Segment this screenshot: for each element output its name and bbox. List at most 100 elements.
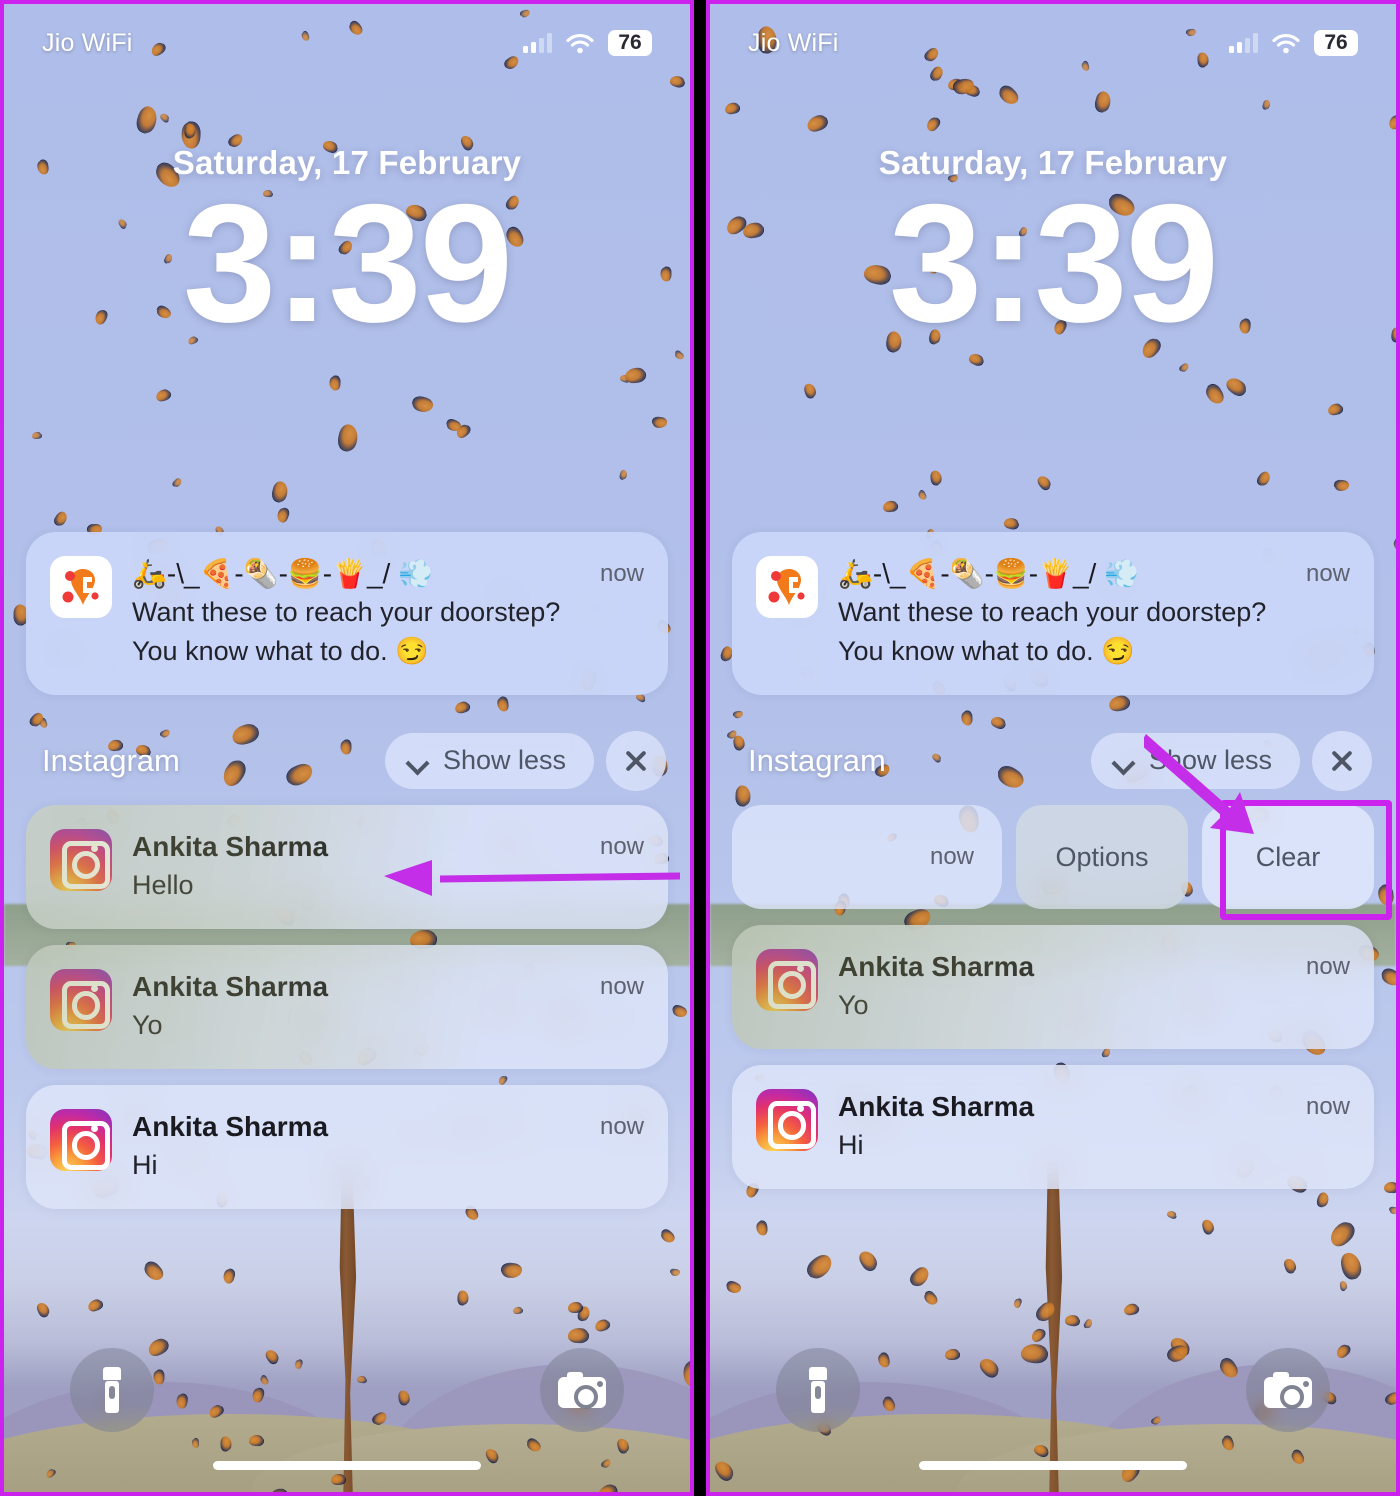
status-indicators: 76 (523, 30, 652, 56)
notification-title: Ankita Sharma (132, 831, 329, 863)
status-bar: Jio WiFi 76 (710, 4, 1396, 82)
swiggy-title: 🛵-\_🍕-🌯-🍔-🍟_/ 💨 (132, 558, 433, 589)
notification-group-header: Instagram Show less (42, 731, 666, 792)
group-actions: Show less (1090, 731, 1372, 792)
screenshot-stage: Jio WiFi 76 Saturday, 17 February 3:39 🛵… (0, 0, 1400, 1496)
flashlight-icon (807, 1367, 829, 1413)
notification-text: Ankita Sharma Yo (838, 949, 1286, 1023)
notification-title: Ankita Sharma (838, 1091, 1035, 1123)
notification-text: Ankita Sharma Yo (132, 969, 580, 1043)
show-less-button[interactable]: Show less (384, 733, 594, 790)
battery-icon: 76 (608, 30, 652, 56)
camera-icon (1264, 1372, 1312, 1409)
swiggy-icon (756, 556, 818, 618)
group-actions: Show less (384, 731, 666, 792)
notification-time: now (599, 833, 644, 861)
status-indicators: 76 (1229, 30, 1358, 56)
camera-button[interactable] (540, 1348, 624, 1432)
swiggy-text: 🛵-\_🍕-🌯-🍔-🍟_/ 💨 Want these to reach your… (132, 556, 580, 669)
camera-button[interactable] (1246, 1348, 1330, 1432)
chevron-down-icon (1113, 755, 1135, 767)
options-button[interactable]: Options (1016, 805, 1188, 910)
notification-time: now (929, 843, 974, 871)
notification-title: Ankita Sharma (132, 971, 329, 1003)
notification-body: Hello (132, 870, 194, 901)
swiggy-line-1: Want these to reach your doorstep? (838, 597, 1267, 627)
show-less-button[interactable]: Show less (1090, 733, 1300, 790)
lock-clock: Saturday, 17 February 3:39 (4, 144, 690, 349)
swiggy-time: now (1305, 560, 1350, 587)
swiggy-line-1: Want these to reach your doorstep? (132, 597, 561, 627)
instagram-icon (50, 1109, 112, 1172)
group-app-name: Instagram (42, 743, 180, 779)
phone-panel-right: Jio WiFi 76 Saturday, 17 February 3:39 🛵… (706, 0, 1400, 1496)
notification-time: now (1305, 1093, 1350, 1121)
notification-body: Yo (132, 1010, 163, 1041)
cellular-bars-icon (523, 33, 552, 53)
phone-panel-left: Jio WiFi 76 Saturday, 17 February 3:39 🛵… (0, 0, 694, 1496)
group-app-name: Instagram (748, 743, 886, 779)
swiggy-title: 🛵-\_🍕-🌯-🍔-🍟_/ 💨 (838, 558, 1139, 589)
wifi-icon (1272, 33, 1300, 54)
lock-screen-right: Jio WiFi 76 Saturday, 17 February 3:39 🛵… (710, 4, 1396, 1492)
notification-time: now (599, 973, 644, 1001)
clear-group-button[interactable] (606, 731, 666, 792)
notification-group-header: Instagram Show less (748, 731, 1372, 792)
notification-row[interactable]: Ankita Sharma Yo now (732, 925, 1374, 1050)
wifi-icon (566, 33, 594, 54)
carrier-label: Jio WiFi (748, 28, 839, 57)
flashlight-icon (101, 1367, 123, 1413)
status-bar: Jio WiFi 76 (4, 4, 690, 82)
flashlight-button[interactable] (776, 1348, 860, 1432)
close-icon (1329, 748, 1355, 774)
lock-screen-left: Jio WiFi 76 Saturday, 17 February 3:39 🛵… (4, 4, 690, 1492)
annotation-highlight-clear (1220, 800, 1392, 920)
carrier-label: Jio WiFi (42, 28, 133, 57)
notification-row[interactable]: Ankita Sharma Yo now (26, 945, 668, 1070)
home-indicator[interactable] (213, 1461, 481, 1470)
instagram-icon (756, 949, 818, 1012)
notification-body: Hi (838, 1130, 864, 1161)
show-less-label: Show less (442, 745, 566, 776)
close-icon (623, 748, 649, 774)
swiggy-line-2: You know what to do. 😏 (132, 636, 429, 667)
swiped-notification-stub[interactable]: now (732, 805, 1002, 910)
swiggy-icon (50, 556, 112, 618)
notification-row[interactable]: Ankita Sharma Hi now (26, 1085, 668, 1210)
battery-icon: 76 (1314, 30, 1358, 56)
notification-time: now (1305, 953, 1350, 981)
swiggy-text: 🛵-\_🍕-🌯-🍔-🍟_/ 💨 Want these to reach your… (838, 556, 1286, 669)
bottom-controls (710, 1348, 1396, 1432)
notification-text: Ankita Sharma Hi (838, 1089, 1286, 1163)
notification-text: Ankita Sharma Hello (132, 829, 580, 903)
cellular-bars-icon (1229, 33, 1258, 53)
notification-title: Ankita Sharma (132, 1111, 329, 1143)
swiggy-logo-glyph (62, 569, 99, 605)
notification-text: Ankita Sharma Hi (132, 1109, 580, 1183)
bottom-controls (4, 1348, 690, 1432)
notification-body: Yo (838, 990, 869, 1021)
swiggy-logo-glyph (768, 569, 805, 605)
notification-row[interactable]: Ankita Sharma Hello now (26, 805, 668, 930)
instagram-icon (50, 969, 112, 1032)
instagram-icon (756, 1089, 818, 1152)
camera-icon (558, 1372, 606, 1409)
instagram-icon (50, 829, 112, 892)
lock-time: 3:39 (888, 169, 1219, 357)
instagram-notification-stack: Ankita Sharma Hello now Ankita Sharma Yo… (26, 805, 668, 1210)
show-less-label: Show less (1148, 745, 1272, 776)
clear-group-button[interactable] (1312, 731, 1372, 792)
notification-swiggy[interactable]: 🛵-\_🍕-🌯-🍔-🍟_/ 💨 Want these to reach your… (26, 532, 668, 696)
chevron-down-icon (407, 755, 429, 767)
flashlight-button[interactable] (70, 1348, 154, 1432)
home-indicator[interactable] (919, 1461, 1187, 1470)
swiggy-line-2: You know what to do. 😏 (838, 636, 1135, 667)
lock-time: 3:39 (182, 169, 513, 357)
lock-clock: Saturday, 17 February 3:39 (710, 144, 1396, 349)
notification-swiggy[interactable]: 🛵-\_🍕-🌯-🍔-🍟_/ 💨 Want these to reach your… (732, 532, 1374, 696)
notification-body: Hi (132, 1150, 158, 1181)
notification-time: now (599, 1113, 644, 1141)
notification-title: Ankita Sharma (838, 951, 1035, 983)
notification-row[interactable]: Ankita Sharma Hi now (732, 1065, 1374, 1190)
notification-area: 🛵-\_🍕-🌯-🍔-🍟_/ 💨 Want these to reach your… (26, 532, 668, 1210)
